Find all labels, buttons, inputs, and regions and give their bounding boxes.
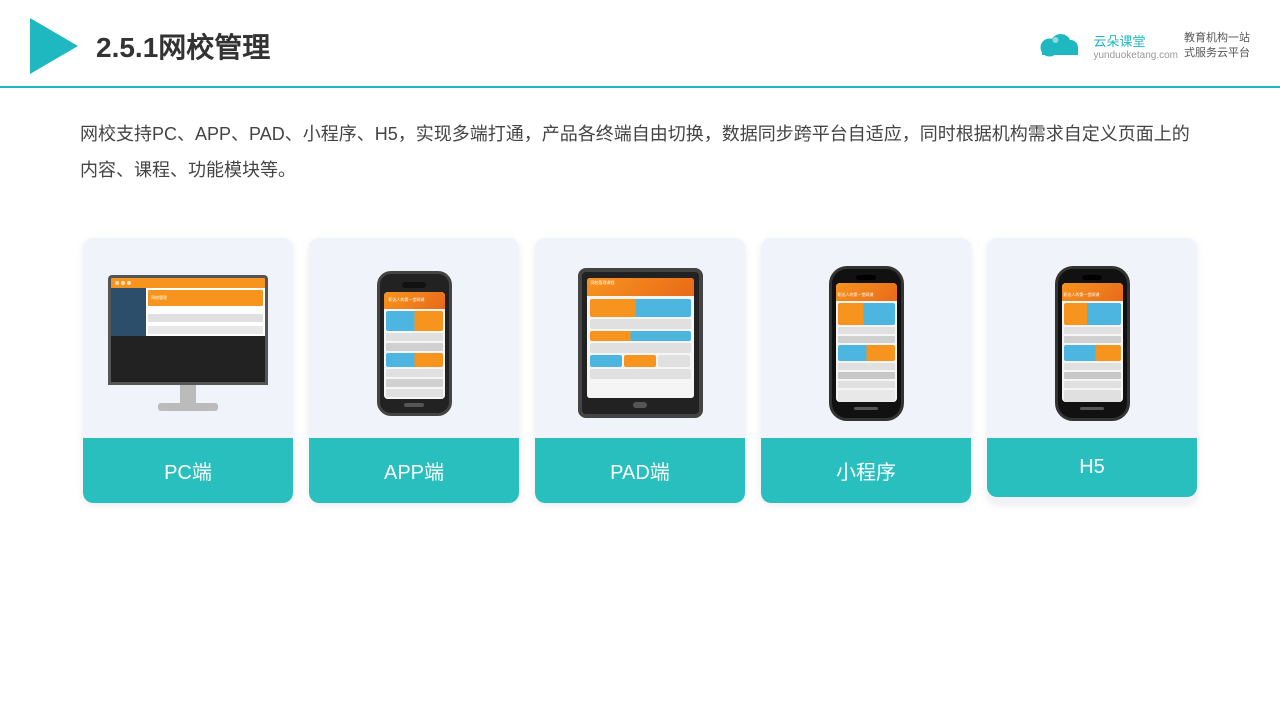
brand-name: 云朵课堂 bbox=[1093, 31, 1145, 50]
brand-icon: 云朵课堂 yunduoketang.com 教育机构一站 式服务云平台 bbox=[1027, 31, 1250, 62]
card-h5-label: H5 bbox=[987, 438, 1197, 497]
card-pc-label: PC端 bbox=[83, 438, 293, 503]
brand-slogan: 教育机构一站 式服务云平台 bbox=[1184, 31, 1250, 62]
description-text: 网校支持PC、APP、PAD、小程序、H5，实现多端打通，产品各终端自由切换，数… bbox=[0, 88, 1280, 198]
miniapp-phone-icon: 职达人的第一堂网课 bbox=[829, 266, 904, 421]
app-phone-icon: 职达人的第一堂网课 bbox=[377, 271, 452, 416]
brand-logo: 云朵课堂 yunduoketang.com 教育机构一站 式服务云平台 bbox=[1027, 31, 1250, 62]
card-pc-image: 网校管理 bbox=[83, 238, 293, 438]
description-paragraph: 网校支持PC、APP、PAD、小程序、H5，实现多端打通，产品各终端自由切换，数… bbox=[80, 116, 1200, 188]
logo-triangle-icon bbox=[30, 18, 78, 74]
h5-phone-icon: 职达人的第一堂网课 bbox=[1055, 266, 1130, 421]
card-h5-image: 职达人的第一堂网课 bbox=[987, 238, 1197, 438]
card-app-label: APP端 bbox=[309, 438, 519, 503]
card-miniapp-label: 小程序 bbox=[761, 438, 971, 503]
pad-tablet-icon: 网校管理课程 bbox=[578, 268, 703, 418]
card-h5: 职达人的第一堂网课 H5 bbox=[987, 238, 1197, 503]
card-pc: 网校管理 PC bbox=[83, 238, 293, 503]
cloud-icon bbox=[1027, 31, 1087, 61]
header-left: 2.5.1网校管理 bbox=[30, 18, 270, 74]
card-app: 职达人的第一堂网课 APP端 bbox=[309, 238, 519, 503]
pc-monitor-icon: 网校管理 bbox=[108, 275, 268, 411]
cards-container: 网校管理 PC bbox=[0, 208, 1280, 533]
card-pad-label: PAD端 bbox=[535, 438, 745, 503]
brand-url: yunduoketang.com bbox=[1093, 50, 1178, 61]
card-miniapp: 职达人的第一堂网课 小程序 bbox=[761, 238, 971, 503]
card-app-image: 职达人的第一堂网课 bbox=[309, 238, 519, 438]
card-pad-image: 网校管理课程 bbox=[535, 238, 745, 438]
card-pad: 网校管理课程 bbox=[535, 238, 745, 503]
page-title: 2.5.1网校管理 bbox=[96, 26, 270, 66]
card-miniapp-image: 职达人的第一堂网课 bbox=[761, 238, 971, 438]
header: 2.5.1网校管理 云朵课堂 yunduoketang.com 教育机构一站 式… bbox=[0, 0, 1280, 88]
